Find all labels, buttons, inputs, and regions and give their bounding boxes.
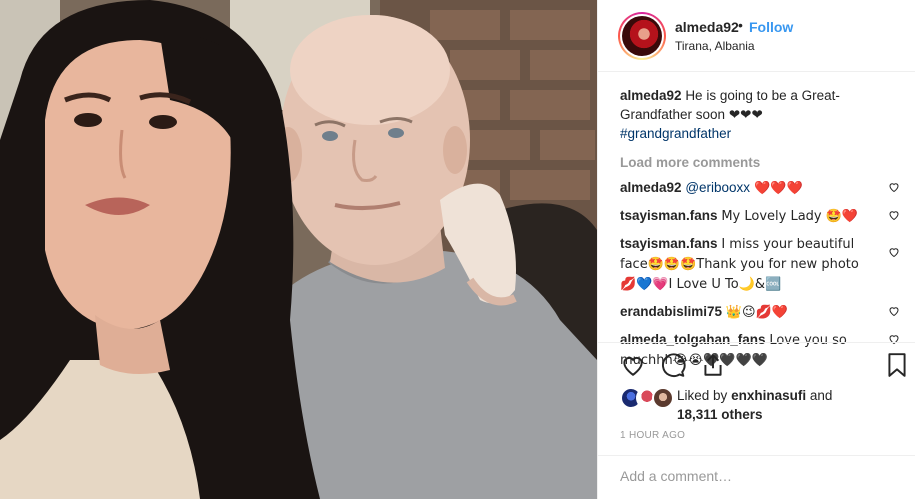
- likes-middle: and: [809, 388, 833, 403]
- comment-username[interactable]: erandabislimi75: [620, 304, 722, 319]
- comment-username[interactable]: almeda92: [620, 180, 682, 195]
- likes-summary: Liked by enxhinasufi and 18,311 others: [620, 385, 910, 425]
- load-more-comments-button[interactable]: Load more comments: [620, 153, 900, 172]
- comment-like-heart-icon[interactable]: [888, 181, 900, 193]
- comment-username[interactable]: tsayisman.fans: [620, 208, 718, 223]
- comment-item: almeda92 @eribooxx ❤️❤️❤️: [620, 178, 900, 198]
- avatar[interactable]: [618, 12, 666, 60]
- comment-text: My Lovely Lady 🤩❤️: [721, 209, 859, 224]
- avatar-image: [622, 16, 662, 56]
- action-bar: [598, 342, 915, 390]
- comments-section: almeda92 He is going to be a Great-Grand…: [620, 86, 900, 378]
- comment-item: erandabislimi75 👑😉💋❤️: [620, 302, 900, 322]
- comment-mention[interactable]: @eribooxx: [685, 180, 750, 195]
- follow-button[interactable]: Follow: [749, 19, 793, 35]
- location-link[interactable]: Tirana, Albania: [675, 39, 755, 53]
- bookmark-icon[interactable]: [884, 352, 910, 378]
- comment-like-heart-icon[interactable]: [888, 305, 900, 317]
- avatar-inner: [620, 14, 664, 58]
- post-timestamp[interactable]: 1 HOUR AGO: [620, 430, 685, 441]
- likes-text: Liked by enxhinasufi and 18,311 others: [677, 386, 832, 424]
- add-comment-input[interactable]: [620, 468, 890, 484]
- comment-text: 👑😉💋❤️: [725, 305, 788, 320]
- comment-text: ❤️❤️❤️: [750, 181, 803, 196]
- comment-bubble-icon[interactable]: [660, 352, 686, 378]
- comment-like-heart-icon[interactable]: [888, 209, 900, 221]
- like-heart-icon[interactable]: [620, 352, 646, 378]
- post-photo[interactable]: [0, 0, 597, 499]
- add-comment-bar: [598, 455, 915, 499]
- post-photo-illustration: [0, 0, 597, 499]
- likes-user-link[interactable]: enxhinasufi: [731, 388, 806, 403]
- share-icon[interactable]: [700, 352, 726, 378]
- caption-hashtag[interactable]: #grandgrandfather: [620, 124, 900, 143]
- post-panel: almeda92 • Follow Tirana, Albania almeda…: [597, 0, 915, 499]
- comment-like-heart-icon[interactable]: [888, 246, 900, 258]
- liker-avatar[interactable]: [652, 387, 674, 409]
- header-username[interactable]: almeda92: [675, 19, 739, 35]
- caption: almeda92 He is going to be a Great-Grand…: [620, 86, 900, 143]
- comment-item: tsayisman.fans I miss your beautiful fac…: [620, 234, 900, 294]
- comment-username[interactable]: tsayisman.fans: [620, 236, 718, 251]
- header-separator: •: [738, 17, 743, 33]
- caption-username[interactable]: almeda92: [620, 88, 682, 103]
- comment-item: tsayisman.fans My Lovely Lady 🤩❤️: [620, 206, 900, 226]
- likes-count-link[interactable]: 18,311 others: [677, 407, 763, 422]
- post-header: almeda92 • Follow Tirana, Albania: [598, 0, 915, 72]
- likes-prefix: Liked by: [677, 388, 728, 403]
